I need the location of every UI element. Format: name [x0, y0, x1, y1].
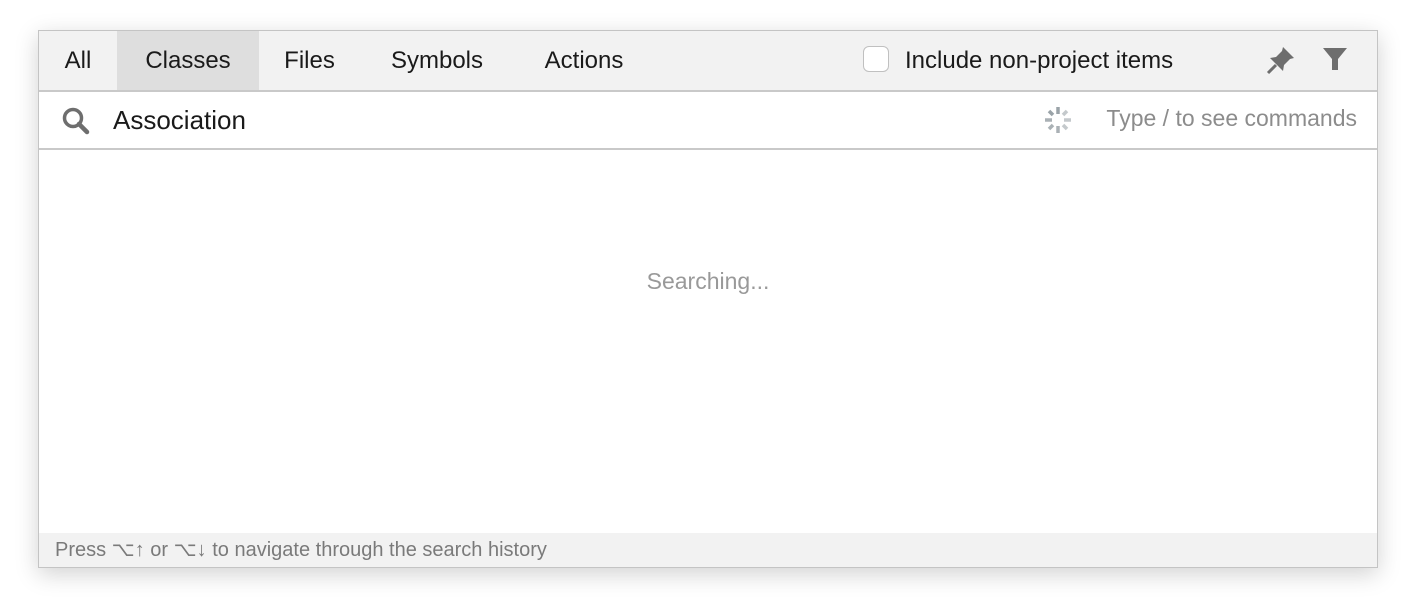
tab-all[interactable]: All: [39, 31, 117, 90]
search-everywhere-popup: All Classes Files Symbols Actions Includ…: [38, 30, 1378, 568]
spinner-icon: [1045, 107, 1071, 133]
pin-icon[interactable]: [1265, 44, 1297, 76]
tab-classes[interactable]: Classes: [117, 31, 259, 90]
tab-actions[interactable]: Actions: [514, 31, 654, 90]
include-non-project-label[interactable]: Include non-project items: [905, 31, 1173, 90]
tab-files[interactable]: Files: [259, 31, 360, 90]
search-icon: [62, 107, 90, 135]
search-hint: Type / to see commands: [1106, 105, 1357, 131]
searching-status: Searching...: [646, 268, 770, 294]
tab-bar: All Classes Files Symbols Actions Includ…: [39, 31, 1377, 92]
filter-icon[interactable]: [1321, 45, 1349, 73]
search-input[interactable]: Association: [113, 92, 246, 148]
include-non-project-checkbox[interactable]: [863, 46, 889, 72]
footer-hint: Press ⌥↑ or ⌥↓ to navigate through the s…: [39, 533, 1377, 567]
search-bar: Association Type / to see commands: [39, 92, 1377, 150]
tab-symbols[interactable]: Symbols: [360, 31, 514, 90]
